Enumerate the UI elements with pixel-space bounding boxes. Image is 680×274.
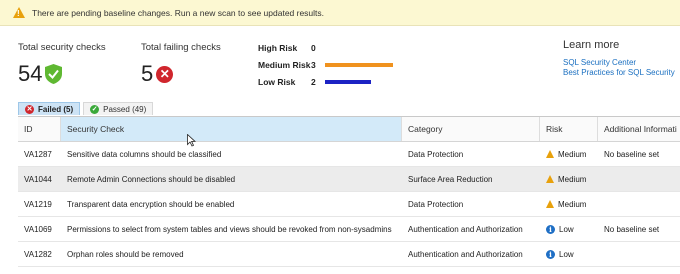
cell-id: VA1282: [24, 249, 52, 259]
best-practices-link[interactable]: Best Practices for SQL Security: [563, 68, 675, 78]
medium-risk-icon: [546, 150, 554, 158]
total-checks-metric: Total security checks 54: [18, 42, 106, 87]
risk-summary: High Risk 0 Medium Risk 3 Low Risk 2: [258, 39, 393, 90]
learn-more-title: Learn more: [563, 39, 620, 51]
failing-checks-value: 5: [141, 61, 154, 86]
risk-label: Low: [559, 224, 574, 234]
fail-x-icon: ✕: [25, 104, 34, 114]
cell-category: Surface Area Reduction: [408, 174, 493, 184]
mouse-cursor-icon: [187, 134, 196, 147]
cell-risk: Medium: [540, 192, 598, 216]
cell-security-check: Permissions to select from system tables…: [67, 224, 392, 234]
risk-count: 0: [311, 42, 316, 53]
cell-category: Data Protection: [408, 199, 464, 209]
cell-id: VA1287: [24, 149, 52, 159]
tab-passed-label: Passed: [103, 104, 130, 114]
cell-category: Data Protection: [408, 149, 464, 159]
risk-label: Medium: [558, 199, 587, 209]
cell-security-check: Transparent data encryption should be en…: [67, 199, 235, 209]
table-row[interactable]: VA1282 Orphan roles should be removed Au…: [18, 242, 680, 267]
cell-security-check: Orphan roles should be removed: [67, 249, 184, 259]
cell-security-check: Remote Admin Connections should be disab…: [67, 174, 236, 184]
tab-failed-label: Failed: [38, 104, 62, 114]
total-checks-value: 54: [18, 61, 43, 86]
risk-row-high: High Risk 0: [258, 39, 393, 56]
grid-header: ID Security Check Category Risk Addition…: [18, 117, 680, 142]
table-row[interactable]: VA1044 Remote Admin Connections should b…: [18, 167, 680, 192]
result-tabs: ✕ Failed (5) ✓ Passed (49): [18, 102, 156, 115]
risk-count: 2: [311, 76, 316, 87]
column-header-id[interactable]: ID: [18, 117, 61, 141]
pass-check-icon: ✓: [90, 104, 100, 114]
sql-security-center-link[interactable]: SQL Security Center: [563, 58, 675, 68]
cell-additional-info: No baseline set: [604, 149, 660, 159]
medium-risk-icon: [546, 175, 554, 183]
cell-id: VA1044: [24, 174, 52, 184]
banner-message: There are pending baseline changes. Run …: [32, 7, 325, 18]
failing-checks-metric: Total failing checks 5 ✕: [141, 42, 221, 87]
cell-additional-info: [598, 167, 680, 191]
risk-label: Medium: [558, 174, 587, 184]
tab-failed[interactable]: ✕ Failed (5): [18, 102, 81, 115]
total-checks-label: Total security checks: [18, 42, 106, 53]
column-header-additional-information[interactable]: Additional Informati: [598, 117, 680, 141]
column-header-category[interactable]: Category: [402, 117, 540, 141]
cell-risk: Medium: [540, 142, 598, 166]
cell-category: Authentication and Authorization: [408, 224, 523, 234]
risk-name: Medium Risk: [258, 59, 311, 70]
cell-risk: i Low: [540, 242, 598, 266]
risk-row-medium: Medium Risk 3: [258, 56, 393, 73]
warning-icon: !: [13, 7, 25, 18]
risk-label: Medium: [558, 149, 587, 159]
tab-failed-count: (5): [63, 104, 74, 114]
info-low-risk-icon: i: [546, 224, 555, 234]
risk-name: High Risk: [258, 42, 298, 53]
risk-count: 3: [311, 59, 316, 70]
shield-check-icon: [45, 64, 63, 84]
table-row[interactable]: VA1287 Sensitive data columns should be …: [18, 142, 680, 167]
table-row[interactable]: VA1069 Permissions to select from system…: [18, 217, 680, 242]
medium-risk-icon: [546, 200, 554, 208]
pending-changes-banner: ! There are pending baseline changes. Ru…: [0, 0, 680, 26]
failing-checks-label: Total failing checks: [141, 42, 221, 53]
results-grid: ID Security Check Category Risk Addition…: [18, 116, 680, 267]
cell-risk: i Low: [540, 217, 598, 241]
cell-id: VA1219: [24, 199, 52, 209]
cell-additional-info: No baseline set: [604, 224, 660, 234]
risk-name: Low Risk: [258, 76, 296, 87]
risk-label: Low: [559, 249, 574, 259]
risk-row-low: Low Risk 2: [258, 73, 393, 90]
cell-risk: Medium: [540, 167, 598, 191]
cell-id: VA1069: [24, 224, 52, 234]
cell-security-check: Sensitive data columns should be classif…: [67, 149, 222, 159]
column-header-risk[interactable]: Risk: [540, 117, 598, 141]
cell-additional-info: [598, 242, 680, 266]
column-header-security-check[interactable]: Security Check: [61, 117, 402, 141]
risk-bar-low: [325, 79, 371, 84]
info-low-risk-icon: i: [546, 249, 555, 259]
risk-bar-medium: [325, 62, 393, 67]
fail-x-icon: ✕: [156, 65, 174, 83]
cell-category: Authentication and Authorization: [408, 249, 523, 259]
tab-passed-count: (49): [132, 104, 147, 114]
tab-passed[interactable]: ✓ Passed (49): [83, 102, 154, 115]
table-row[interactable]: VA1219 Transparent data encryption shoul…: [18, 192, 680, 217]
cell-additional-info: [598, 192, 680, 216]
learn-more-panel: Learn more SQL Security Center Best Prac…: [563, 39, 675, 78]
